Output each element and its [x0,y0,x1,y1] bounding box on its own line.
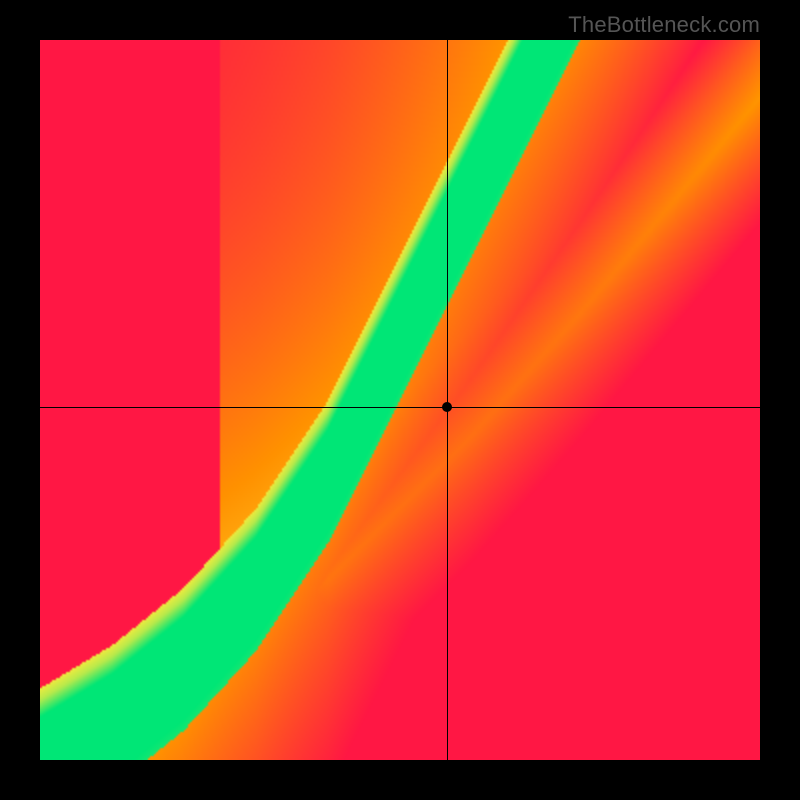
crosshair-horizontal [40,407,760,408]
crosshair-vertical [447,40,448,760]
heatmap-canvas [40,40,760,760]
marker-dot [442,402,452,412]
watermark-text: TheBottleneck.com [568,12,760,38]
heatmap-plot [40,40,760,760]
chart-frame: TheBottleneck.com [0,0,800,800]
